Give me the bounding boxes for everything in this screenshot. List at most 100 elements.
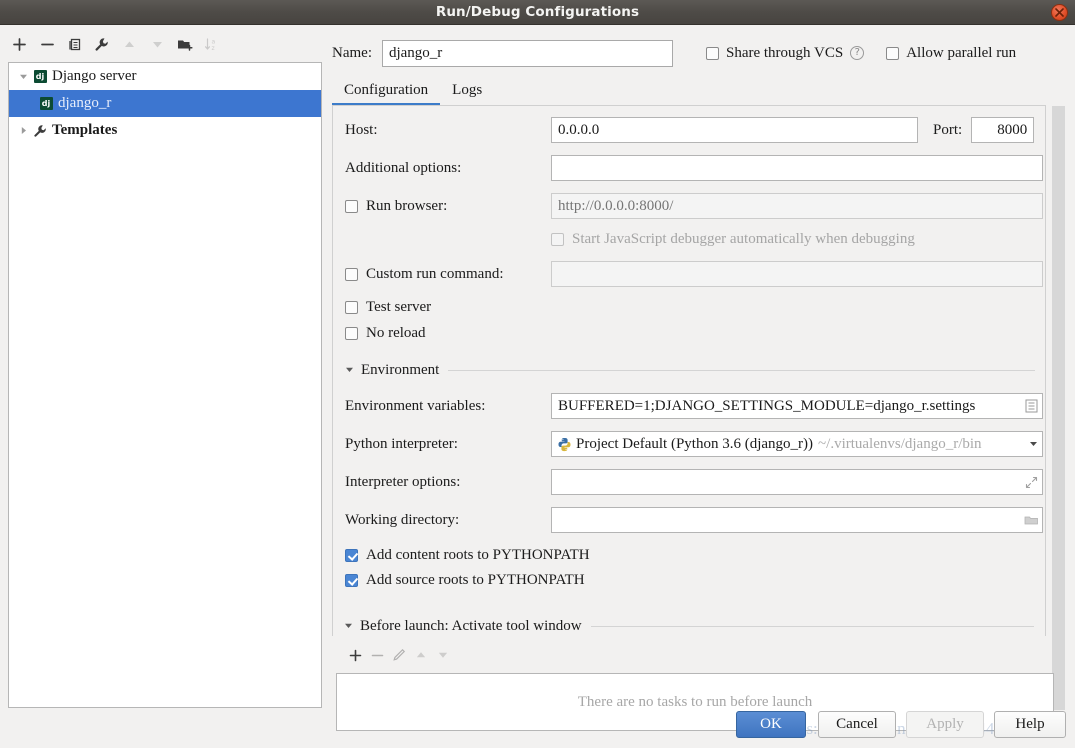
- django-logo: dj: [33, 70, 47, 83]
- env-vars-field-wrap: [551, 393, 1043, 419]
- add-content-roots-row[interactable]: Add content roots to PYTHONPATH: [345, 547, 1045, 564]
- add-task-button[interactable]: [344, 645, 366, 665]
- no-reload-row[interactable]: No reload: [345, 325, 1045, 342]
- ok-button[interactable]: OK: [736, 711, 806, 738]
- test-server-label: Test server: [366, 299, 432, 315]
- add-source-roots-label: Add source roots to PYTHONPATH: [366, 572, 585, 588]
- move-down-button[interactable]: [146, 33, 168, 55]
- help-icon[interactable]: ?: [850, 46, 865, 60]
- triangle-down-icon: [152, 41, 162, 47]
- test-server-checkbox[interactable]: [345, 301, 358, 314]
- add-configuration-button[interactable]: [8, 33, 30, 55]
- allow-parallel-run-checkbox[interactable]: [886, 46, 900, 60]
- custom-run-command-input[interactable]: [551, 261, 1043, 287]
- ok-button-label: OK: [760, 716, 782, 732]
- triangle-down-icon: [438, 652, 448, 658]
- browse-list-icon[interactable]: [1023, 398, 1039, 414]
- wrench-icon: [31, 124, 49, 138]
- add-source-roots-row[interactable]: Add source roots to PYTHONPATH: [345, 572, 1045, 589]
- host-input[interactable]: [551, 117, 918, 143]
- configuration-panel: Host: Port: Additional options: Run brow…: [332, 106, 1046, 636]
- remove-configuration-button[interactable]: [36, 33, 58, 55]
- move-task-up-button[interactable]: [410, 645, 432, 665]
- interpreter-options-input[interactable]: [551, 469, 1043, 495]
- wrench-icon: [94, 37, 108, 51]
- close-icon[interactable]: [1051, 4, 1068, 21]
- before-launch-toolbar: [344, 643, 1062, 667]
- additional-options-label: Additional options:: [345, 159, 462, 176]
- js-debugger-label: Start JavaScript debugger automatically …: [572, 231, 915, 247]
- remove-task-button[interactable]: [366, 645, 388, 665]
- dialog-button-bar: https://blog.csdn.net/weixin_44410774 OK…: [0, 704, 1075, 748]
- no-reload-checkbox[interactable]: [345, 327, 358, 340]
- env-vars-row: Environment variables:: [345, 393, 1045, 419]
- additional-options-input[interactable]: [551, 155, 1043, 181]
- configurations-tree[interactable]: dj Django server dj django_r Templates: [8, 62, 322, 708]
- before-launch-header[interactable]: Before launch: Activate tool window: [344, 617, 1034, 635]
- add-source-roots-checkbox[interactable]: [345, 574, 358, 587]
- python-interpreter-row: Python interpreter: Project Default (Pyt…: [345, 431, 1045, 457]
- additional-options-row: Additional options:: [345, 155, 1045, 181]
- environment-section-title: Environment: [361, 361, 440, 378]
- help-button[interactable]: Help: [994, 711, 1066, 738]
- share-vcs-checkbox[interactable]: [705, 46, 719, 60]
- tree-node-django-server[interactable]: dj Django server: [9, 63, 321, 90]
- env-vars-input[interactable]: [551, 393, 1043, 419]
- chevron-down-icon[interactable]: [1024, 436, 1038, 453]
- environment-section-header[interactable]: Environment: [345, 361, 1035, 379]
- chevron-down-icon[interactable]: [345, 361, 354, 379]
- port-input[interactable]: [971, 117, 1035, 143]
- help-button-label: Help: [1015, 716, 1045, 732]
- run-debug-configurations-dialog: Run/Debug Configurations a z dj Django s…: [0, 0, 1075, 748]
- tab-label: Logs: [452, 82, 483, 98]
- expand-icon[interactable]: [1023, 474, 1039, 490]
- minus-icon: [371, 654, 383, 656]
- working-directory-input[interactable]: [551, 507, 1043, 533]
- tab-logs[interactable]: Logs: [440, 82, 494, 106]
- run-browser-row: Run browser:: [345, 193, 1045, 219]
- move-up-button[interactable]: [118, 33, 140, 55]
- new-folder-button[interactable]: [174, 33, 196, 55]
- host-row: Host: Port:: [345, 117, 1045, 143]
- chevron-down-icon[interactable]: [344, 617, 353, 635]
- python-interpreter-combobox[interactable]: Project Default (Python 3.6 (django_r)) …: [551, 431, 1043, 457]
- move-task-down-button[interactable]: [432, 645, 454, 665]
- browse-list-glyph: [1025, 399, 1037, 413]
- custom-run-command-row: Custom run command:: [345, 261, 1045, 287]
- add-content-roots-checkbox[interactable]: [345, 549, 358, 562]
- allow-parallel-run-label: Allow parallel run: [906, 44, 1017, 61]
- edit-task-button[interactable]: [388, 645, 410, 665]
- cancel-button[interactable]: Cancel: [818, 711, 896, 738]
- pencil-icon: [393, 648, 406, 661]
- edit-templates-button[interactable]: [90, 33, 112, 55]
- apply-button[interactable]: Apply: [906, 711, 984, 738]
- js-debugger-checkbox[interactable]: [551, 233, 564, 246]
- custom-run-command-label: Custom run command:: [366, 265, 504, 282]
- name-input[interactable]: [381, 39, 673, 67]
- section-divider: [448, 369, 1035, 371]
- tree-node-label: Templates: [52, 122, 118, 138]
- test-server-row[interactable]: Test server: [345, 299, 1045, 316]
- svg-text:z: z: [212, 45, 215, 52]
- tree-node-django-r[interactable]: dj django_r: [9, 90, 321, 117]
- window-titlebar: Run/Debug Configurations: [0, 0, 1075, 25]
- chevron-down-glyph: [346, 367, 353, 372]
- folder-icon[interactable]: [1023, 512, 1039, 528]
- sort-configurations-button[interactable]: a z: [201, 33, 223, 55]
- copy-icon: [68, 38, 80, 50]
- chevron-down-icon[interactable]: [15, 69, 31, 85]
- python-interpreter-path: ~/.virtualenvs/django_r/bin: [818, 435, 982, 452]
- chevron-right-icon[interactable]: [15, 123, 31, 139]
- custom-run-command-checkbox[interactable]: [345, 267, 358, 281]
- apply-button-label: Apply: [926, 716, 964, 732]
- run-browser-checkbox[interactable]: [345, 199, 358, 213]
- tab-configuration[interactable]: Configuration: [332, 82, 441, 106]
- expand-glyph: [1025, 476, 1037, 488]
- before-launch-title: Before launch: Activate tool window: [360, 617, 582, 634]
- django-icon: dj: [31, 70, 49, 83]
- run-browser-url-input[interactable]: [551, 193, 1043, 219]
- chevron-right-glyph: [21, 127, 26, 134]
- copy-configuration-button[interactable]: [63, 33, 85, 55]
- plus-icon: [12, 37, 26, 51]
- tree-node-templates[interactable]: Templates: [9, 117, 321, 144]
